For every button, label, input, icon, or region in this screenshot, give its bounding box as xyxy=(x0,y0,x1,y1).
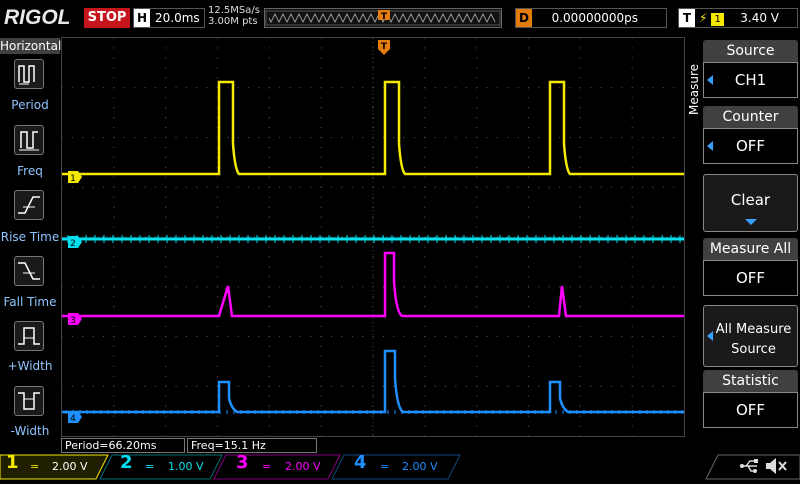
freq-icon xyxy=(19,131,39,151)
ch3-number: 3 xyxy=(236,452,249,473)
timebase-readout[interactable]: H 20.0ms xyxy=(133,8,205,28)
ch1-scale[interactable]: 2.00 V xyxy=(52,455,88,479)
period-icon xyxy=(18,65,35,85)
ch4-scale[interactable]: 2.00 V xyxy=(402,455,438,479)
counter-button[interactable]: OFF xyxy=(703,128,798,164)
pos-width-button[interactable] xyxy=(14,321,44,351)
ch2-coupling: = xyxy=(145,460,155,473)
run-stop-indicator[interactable]: STOP xyxy=(84,8,130,28)
measurement-results: Period=66.20ms Freq=15.1 Hz xyxy=(61,438,685,454)
ch3-scale[interactable]: 2.00 V xyxy=(285,455,321,479)
period-label: Period xyxy=(11,98,49,112)
timebase-label: H xyxy=(134,9,150,27)
trigger-label: T xyxy=(679,9,695,27)
ch4-coupling: = xyxy=(380,460,390,473)
svg-text:3: 3 xyxy=(70,316,76,325)
counter-title: Counter xyxy=(703,106,798,128)
neg-width-button[interactable] xyxy=(14,386,44,416)
delay-value: 0.00000000ps xyxy=(551,11,638,25)
trigger-readout[interactable]: T ⚡ 1 3.40 V xyxy=(678,8,798,28)
brand-logo: RIGOL xyxy=(4,6,71,29)
measure-all-button[interactable]: OFF xyxy=(703,260,798,296)
source-button[interactable]: CH1 xyxy=(703,62,798,98)
fall-time-icon xyxy=(18,262,40,280)
svg-text:T: T xyxy=(381,12,388,22)
memory-depth: 3.00M pts xyxy=(208,16,258,27)
all-measure-source-label: All Measure Source xyxy=(715,322,792,357)
trigger-time-marker[interactable]: T xyxy=(378,40,390,60)
ch3-ground-marker[interactable]: 3 xyxy=(68,310,82,329)
ch1-coupling: = xyxy=(30,460,40,473)
source-arrow-icon xyxy=(707,75,713,85)
trigger-level: 3.40 V xyxy=(740,11,779,25)
rise-time-label: Rise Time xyxy=(0,230,60,244)
svg-text:1: 1 xyxy=(70,174,76,183)
freq-result: Freq=15.1 Hz xyxy=(187,438,317,453)
freq-button[interactable] xyxy=(14,125,44,155)
trigger-source: 1 xyxy=(711,13,724,26)
pos-width-icon xyxy=(18,327,40,345)
ch1-ground-marker[interactable]: 1 xyxy=(68,168,82,187)
neg-width-icon xyxy=(18,392,40,410)
acquisition-info: 12.5MSa/s 3.00M pts xyxy=(208,5,260,27)
ch4-ground-marker[interactable]: 4 xyxy=(68,408,82,427)
ch1-number: 1 xyxy=(6,452,19,473)
measure-all-title: Measure All xyxy=(703,238,798,260)
fall-time-button[interactable] xyxy=(14,256,44,286)
source-title: Source xyxy=(703,40,798,62)
fall-time-label: Fall Time xyxy=(3,295,57,309)
sample-rate: 12.5MSa/s xyxy=(208,5,260,16)
ch3-coupling: = xyxy=(262,460,272,473)
timebase-value: 20.0ms xyxy=(155,11,200,25)
ch4-number: 4 xyxy=(354,452,367,473)
sound-muted-icon[interactable] xyxy=(764,456,788,480)
svg-text:T: T xyxy=(381,42,388,52)
pos-width-label: +Width xyxy=(7,359,53,373)
all-measure-source-button[interactable]: All Measure Source xyxy=(703,305,798,367)
statistic-button[interactable]: OFF xyxy=(703,392,798,428)
neg-width-label: -Width xyxy=(10,424,50,438)
clear-button[interactable]: Clear xyxy=(703,174,798,232)
delay-label: D xyxy=(516,9,532,27)
measure-menu-tab: Measure xyxy=(686,40,702,120)
freq-label: Freq xyxy=(17,164,43,178)
left-menu-title: Horizontal xyxy=(0,38,62,54)
waveform-display[interactable] xyxy=(61,37,685,437)
delay-readout[interactable]: D 0.00000000ps xyxy=(515,8,667,28)
graticule xyxy=(61,37,684,437)
statistic-title: Statistic xyxy=(703,370,798,392)
ch2-ground-marker[interactable]: 2 xyxy=(68,233,82,252)
all-measure-source-arrow-icon xyxy=(707,331,713,341)
ch2-scale[interactable]: 1.00 V xyxy=(168,455,204,479)
ch2-number: 2 xyxy=(120,452,133,473)
period-button[interactable] xyxy=(14,59,44,89)
svg-text:4: 4 xyxy=(70,414,76,423)
clear-label: Clear xyxy=(730,191,771,209)
clear-down-icon xyxy=(745,219,757,225)
rise-time-button[interactable] xyxy=(14,190,44,220)
usb-icon xyxy=(740,457,760,479)
rise-time-icon xyxy=(18,196,40,214)
period-result: Period=66.20ms xyxy=(61,438,185,453)
svg-text:2: 2 xyxy=(70,239,76,248)
trigger-position-marker: T xyxy=(378,7,390,22)
svg-text:Measure: Measure xyxy=(687,64,701,115)
rising-edge-icon: ⚡ xyxy=(699,11,708,25)
counter-arrow-icon xyxy=(707,141,713,151)
